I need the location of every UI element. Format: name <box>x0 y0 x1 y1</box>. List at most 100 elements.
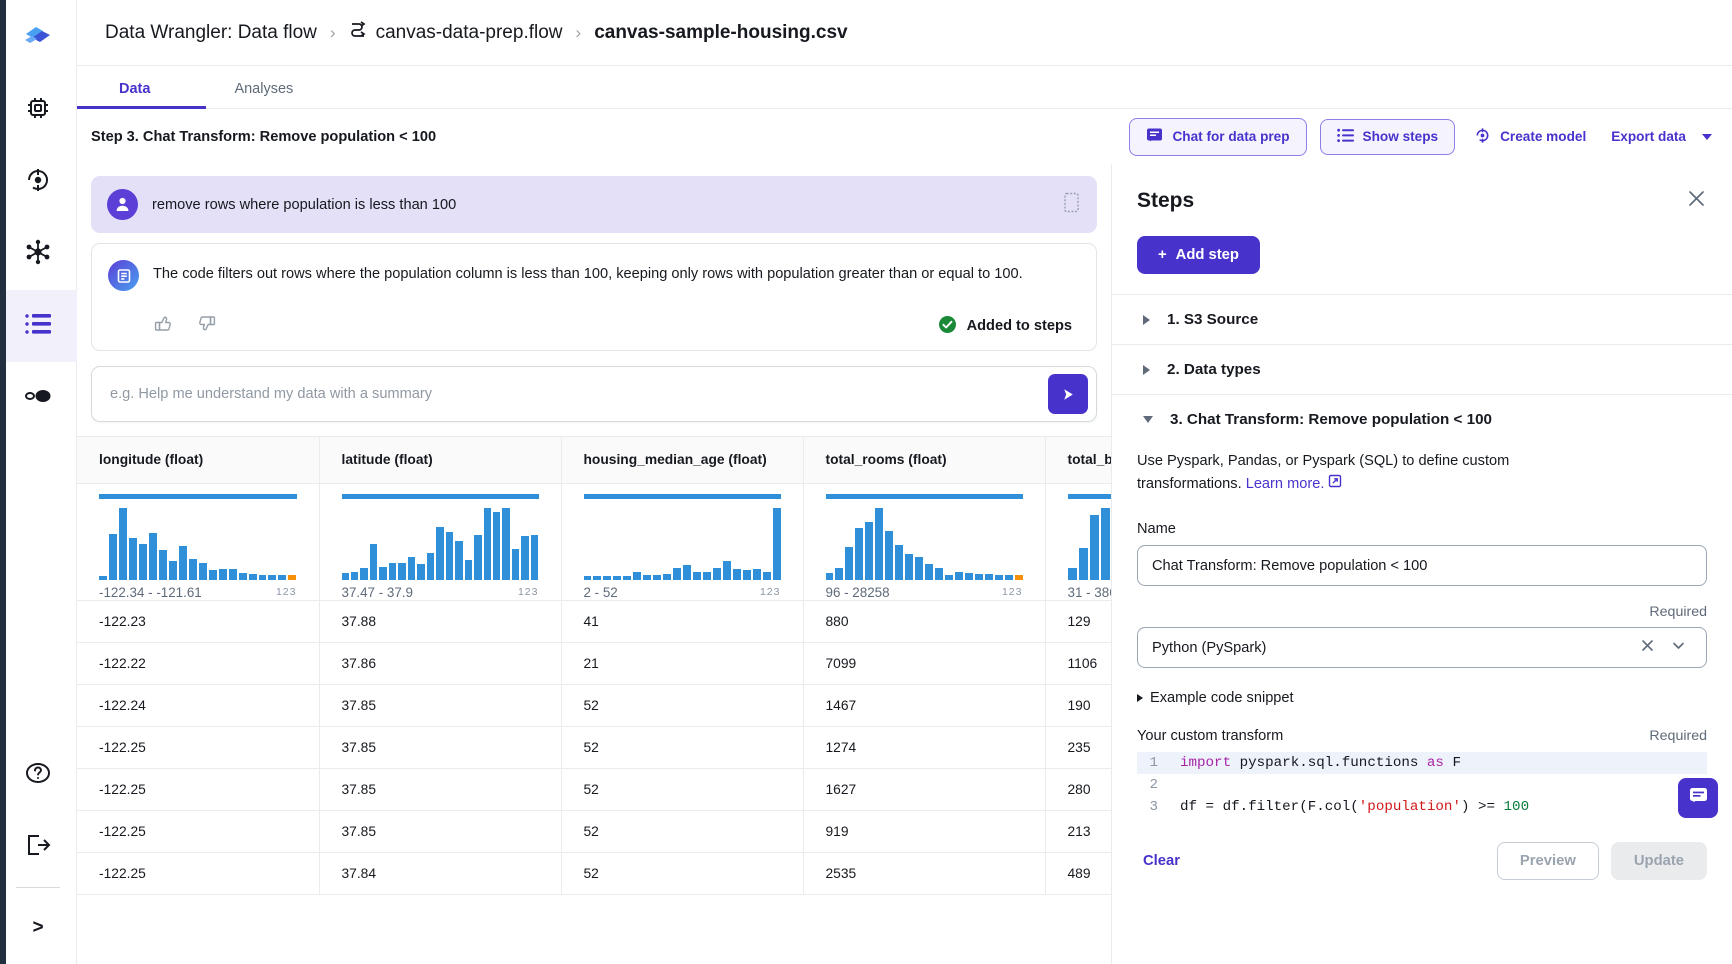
table-cell: 37.85 <box>319 810 561 852</box>
rail-item-expand[interactable]: > <box>0 892 77 964</box>
rail-item-data-flows[interactable] <box>0 290 77 362</box>
list-lines-icon <box>24 311 52 342</box>
app-logo[interactable] <box>0 0 77 74</box>
table-row[interactable]: -122.2437.85521467190 <box>77 684 1111 726</box>
histogram-bar <box>713 568 721 580</box>
table-cell: 1106 <box>1045 642 1111 684</box>
histogram-bar <box>521 536 528 580</box>
thumbs-down-icon[interactable] <box>197 314 216 338</box>
table-cell: 41 <box>561 600 803 642</box>
language-select[interactable]: Python (PySpark) <box>1137 627 1707 668</box>
code-line-text: df = df.filter(F.col('population') >= 10… <box>1171 796 1707 818</box>
add-step-button[interactable]: + Add step <box>1137 236 1260 274</box>
chip-icon <box>24 94 52 127</box>
example-code-snippet-toggle[interactable]: Example code snippet <box>1137 690 1707 706</box>
code-editor[interactable]: 1 import pyspark.sql.functions as F 2 3 … <box>1137 752 1707 818</box>
send-button[interactable] <box>1048 374 1088 414</box>
update-button[interactable]: Update <box>1611 842 1707 880</box>
histogram-bar <box>1015 575 1023 580</box>
custom-transform-row: Your custom transform Required <box>1137 728 1707 744</box>
thumbs-up-icon[interactable] <box>154 314 173 338</box>
step-primary-actions: Preview Update <box>1497 842 1707 880</box>
histogram-bar <box>455 541 462 580</box>
step-row-data-types[interactable]: 2. Data types <box>1112 344 1732 394</box>
histogram-bar <box>484 508 491 580</box>
column-header-total-bedrooms[interactable]: total_bedrooms (float) <box>1045 437 1111 483</box>
column-header-latitude[interactable]: latitude (float) <box>319 437 561 483</box>
step-action-row: Clear Preview Update <box>1137 842 1707 900</box>
step-row-s3-source[interactable]: 1. S3 Source <box>1112 294 1732 344</box>
histogram-bar <box>119 508 127 580</box>
histogram-bar <box>935 568 943 580</box>
clear-button[interactable]: Clear <box>1137 843 1186 879</box>
rail-item-pipelines[interactable] <box>0 218 77 290</box>
table-cell: -122.25 <box>77 768 319 810</box>
data-table: longitude (float) latitude (float) housi… <box>77 437 1111 895</box>
name-input[interactable] <box>1137 545 1707 586</box>
table-row[interactable]: -122.2337.8841880129 <box>77 600 1111 642</box>
learn-more-link[interactable]: Learn more. <box>1246 476 1325 492</box>
histogram-range: -122.34 - -121.61 <box>99 585 202 600</box>
breadcrumb-flow[interactable]: canvas-data-prep.flow <box>349 20 563 45</box>
rail-item-help[interactable] <box>0 739 77 811</box>
rail-item-logout[interactable] <box>0 811 77 883</box>
table-row[interactable]: -122.2537.84522535489 <box>77 852 1111 894</box>
histogram-bar <box>653 575 661 580</box>
preview-button[interactable]: Preview <box>1497 842 1599 880</box>
histogram-bar <box>895 545 903 580</box>
table-row[interactable]: -122.2237.862170991106 <box>77 642 1111 684</box>
table-cell: 235 <box>1045 726 1111 768</box>
table-body: -122.2337.8841880129-122.2237.8621709911… <box>77 600 1111 894</box>
histogram-range-row: 2 - 52 123 <box>584 585 781 600</box>
histogram-bar <box>875 508 883 580</box>
table-row[interactable]: -122.2537.8552919213 <box>77 810 1111 852</box>
external-link-icon <box>1328 476 1342 492</box>
column-header-longitude[interactable]: longitude (float) <box>77 437 319 483</box>
step-header-bar: Step 3. Chat Transform: Remove populatio… <box>77 109 1732 164</box>
histogram-bar <box>268 575 276 580</box>
show-steps-button[interactable]: Show steps <box>1320 119 1456 155</box>
histogram-bar <box>199 563 207 580</box>
step-label: 2. Data types <box>1167 361 1261 378</box>
column-header-total-rooms[interactable]: total_rooms (float) <box>803 437 1045 483</box>
histogram-bar <box>643 575 651 580</box>
step-row-chat-transform[interactable]: 3. Chat Transform: Remove population < 1… <box>1112 394 1732 444</box>
table-cell: 190 <box>1045 684 1111 726</box>
breadcrumb-root[interactable]: Data Wrangler: Data flow <box>105 22 317 44</box>
export-data-button[interactable]: Export data <box>1605 121 1714 152</box>
table-row[interactable]: -122.2537.85521627280 <box>77 768 1111 810</box>
histogram-bar <box>925 564 933 580</box>
histogram-bar <box>189 559 197 580</box>
histogram-bar <box>683 565 691 580</box>
rail-item-jobs[interactable] <box>0 146 77 218</box>
table-cell: 52 <box>561 768 803 810</box>
histogram-bar <box>855 528 863 580</box>
histogram-bar <box>239 573 247 580</box>
code-line: 1 import pyspark.sql.functions as F <box>1137 752 1707 774</box>
histogram-bar <box>209 570 217 580</box>
help-chat-fab[interactable] <box>1678 778 1718 818</box>
histogram-cell-total-bedrooms: 31 - 3864 123 <box>1045 483 1111 600</box>
table-cell: 1627 <box>803 768 1045 810</box>
chat-for-data-prep-button[interactable]: Chat for data prep <box>1129 118 1306 156</box>
rail-item-models[interactable] <box>0 362 77 434</box>
copy-icon[interactable] <box>1062 192 1081 218</box>
data-grid[interactable]: longitude (float) latitude (float) housi… <box>77 436 1111 964</box>
histogram-bar <box>975 574 983 580</box>
tab-analyses[interactable]: Analyses <box>206 81 321 108</box>
table-row[interactable]: -122.2537.85521274235 <box>77 726 1111 768</box>
column-header-housing-median-age[interactable]: housing_median_age (float) <box>561 437 803 483</box>
clear-selection-icon[interactable] <box>1632 638 1663 657</box>
custom-transform-label: Your custom transform <box>1137 728 1283 744</box>
histogram-bar <box>179 546 187 580</box>
chat-bot-footer: Added to steps <box>108 314 1078 338</box>
chat-composer <box>91 366 1097 422</box>
create-model-button[interactable]: Create model <box>1468 119 1592 155</box>
close-icon[interactable] <box>1686 188 1707 214</box>
histogram-bars <box>1068 508 1112 580</box>
chat-input[interactable] <box>110 386 1048 402</box>
histogram-range-row: 31 - 3864 123 <box>1068 585 1112 600</box>
tab-data[interactable]: Data <box>77 81 206 108</box>
rail-item-home[interactable] <box>0 74 77 146</box>
chevron-down-icon[interactable] <box>1663 638 1694 657</box>
